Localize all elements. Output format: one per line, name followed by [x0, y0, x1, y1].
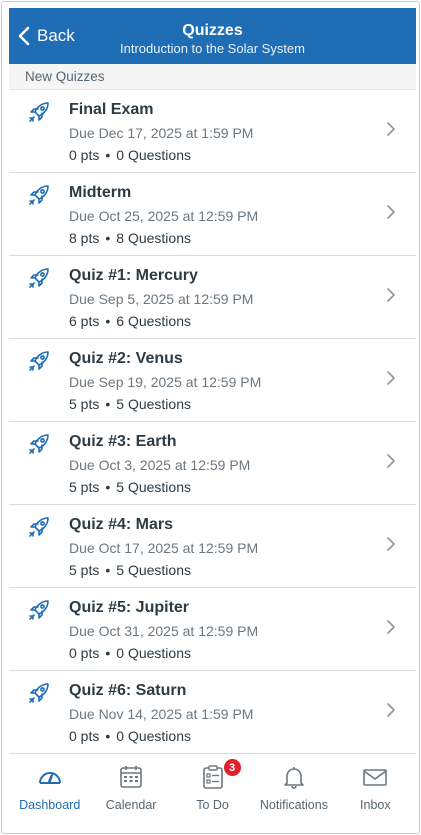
quiz-points: 5 pts: [69, 562, 100, 578]
tab-label: Notifications: [259, 798, 328, 812]
bullet-separator: •: [105, 645, 111, 661]
rocket-icon: [27, 598, 51, 622]
quiz-title: Midterm: [69, 184, 132, 201]
quiz-due-date: Due Nov 14, 2025 at 1:59 PM: [69, 706, 254, 722]
chevron-right-icon: [386, 287, 396, 303]
envelope-icon: [363, 769, 388, 786]
tab-todo[interactable]: 3 To Do: [172, 754, 253, 827]
tab-label: Inbox: [360, 798, 391, 812]
rocket-icon: [27, 515, 51, 539]
quiz-due-date: Due Sep 19, 2025 at 12:59 PM: [69, 374, 262, 390]
quiz-row[interactable]: Quiz #5: Jupiter Due Oct 31, 2025 at 12:…: [9, 588, 416, 671]
quiz-title: Quiz #5: Jupiter: [69, 599, 190, 616]
quiz-points: 0 pts: [69, 728, 100, 744]
quiz-question-count: 0 Questions: [116, 147, 191, 163]
header-titles: Quizzes Introduction to the Solar System: [9, 22, 416, 57]
chevron-right-icon: [386, 536, 396, 552]
chevron-right-icon: [386, 619, 396, 635]
bullet-separator: •: [105, 147, 111, 163]
bullet-separator: •: [105, 230, 111, 246]
dashboard-icon: [38, 772, 61, 784]
quiz-row[interactable]: Quiz #3: Earth Due Oct 3, 2025 at 12:59 …: [9, 422, 416, 505]
rocket-icon: [27, 432, 51, 456]
quiz-row[interactable]: Quiz #1: Mercury Due Sep 5, 2025 at 12:5…: [9, 256, 416, 339]
quiz-title: Quiz #2: Venus: [69, 350, 183, 367]
quiz-points: 0 pts: [69, 645, 100, 661]
tab-label: To Do: [196, 798, 229, 812]
quiz-meta: 0 pts • 0 Questions: [69, 726, 376, 746]
bullet-separator: •: [105, 313, 111, 329]
quiz-question-count: 5 Questions: [116, 479, 191, 495]
rocket-icon: [27, 266, 51, 290]
quiz-row[interactable]: Midterm Due Oct 25, 2025 at 12:59 PM 8 p…: [9, 173, 416, 256]
quiz-title: Quiz #6: Saturn: [69, 682, 187, 699]
quiz-row[interactable]: Quiz #2: Venus Due Sep 19, 2025 at 12:59…: [9, 339, 416, 422]
quiz-points: 0 pts: [69, 147, 100, 163]
quiz-meta: 5 pts • 5 Questions: [69, 560, 376, 580]
chevron-right-icon: [386, 204, 396, 220]
quiz-question-count: 6 Questions: [116, 313, 191, 329]
chevron-right-icon: [386, 121, 396, 137]
quiz-due-date: Due Oct 25, 2025 at 12:59 PM: [69, 208, 259, 224]
rocket-icon: [27, 681, 51, 705]
rocket-icon: [27, 183, 51, 207]
chevron-right-icon: [386, 453, 396, 469]
todo-count-badge: 3: [222, 758, 242, 777]
quiz-list: Final Exam Due Dec 17, 2025 at 1:59 PM 0…: [9, 90, 416, 754]
page-title: Quizzes: [182, 22, 243, 39]
quiz-meta: 0 pts • 0 Questions: [69, 145, 376, 165]
quiz-row[interactable]: Quiz #4: Mars Due Oct 17, 2025 at 12:59 …: [9, 505, 416, 588]
quiz-title: Quiz #4: Mars: [69, 516, 174, 533]
quiz-meta: 8 pts • 8 Questions: [69, 228, 376, 248]
quiz-due-date: Due Dec 17, 2025 at 1:59 PM: [69, 125, 254, 141]
quiz-question-count: 5 Questions: [116, 562, 191, 578]
tab-calendar[interactable]: Calendar: [90, 754, 171, 827]
todo-icon: [202, 765, 223, 789]
bullet-separator: •: [105, 396, 111, 412]
quiz-points: 5 pts: [69, 479, 100, 495]
quiz-due-date: Due Sep 5, 2025 at 12:59 PM: [69, 291, 254, 307]
quiz-question-count: 5 Questions: [116, 396, 191, 412]
quiz-question-count: 0 Questions: [116, 645, 191, 661]
rocket-icon: [27, 100, 51, 124]
chevron-right-icon: [386, 702, 396, 718]
calendar-icon: [120, 766, 142, 788]
quiz-title: Quiz #3: Earth: [69, 433, 177, 450]
quiz-meta: 6 pts • 6 Questions: [69, 311, 376, 331]
nav-header: Back Quizzes Introduction to the Solar S…: [9, 8, 416, 64]
quiz-row[interactable]: Quiz #6: Saturn Due Nov 14, 2025 at 1:59…: [9, 671, 416, 754]
bullet-separator: •: [105, 562, 111, 578]
quiz-due-date: Due Oct 17, 2025 at 12:59 PM: [69, 540, 259, 556]
app-frame: Back Quizzes Introduction to the Solar S…: [1, 1, 420, 834]
quiz-meta: 0 pts • 0 Questions: [69, 643, 376, 663]
quiz-points: 8 pts: [69, 230, 100, 246]
bullet-separator: •: [105, 728, 111, 744]
quiz-question-count: 0 Questions: [116, 728, 191, 744]
quiz-meta: 5 pts • 5 Questions: [69, 394, 376, 414]
quiz-due-date: Due Oct 3, 2025 at 12:59 PM: [69, 457, 251, 473]
tab-label: Calendar: [105, 798, 157, 812]
section-header: New Quizzes: [9, 64, 416, 90]
page-subtitle: Introduction to the Solar System: [120, 41, 305, 56]
quiz-points: 6 pts: [69, 313, 100, 329]
chevron-right-icon: [386, 370, 396, 386]
quiz-title: Quiz #1: Mercury: [69, 267, 198, 284]
tab-inbox[interactable]: Inbox: [335, 754, 416, 827]
quiz-row[interactable]: Final Exam Due Dec 17, 2025 at 1:59 PM 0…: [9, 90, 416, 173]
tab-label: Dashboard: [19, 798, 81, 812]
quiz-due-date: Due Oct 31, 2025 at 12:59 PM: [69, 623, 259, 639]
quiz-question-count: 8 Questions: [116, 230, 191, 246]
quiz-meta: 5 pts • 5 Questions: [69, 477, 376, 497]
tab-dashboard[interactable]: Dashboard: [9, 754, 90, 827]
rocket-icon: [27, 349, 51, 373]
bullet-separator: •: [105, 479, 111, 495]
bell-icon: [284, 767, 304, 789]
quiz-title: Final Exam: [69, 101, 154, 118]
tab-bar: Dashboard Calendar 3 To Do Notifications…: [9, 753, 416, 827]
tab-notifications[interactable]: Notifications: [253, 754, 334, 827]
quiz-points: 5 pts: [69, 396, 100, 412]
